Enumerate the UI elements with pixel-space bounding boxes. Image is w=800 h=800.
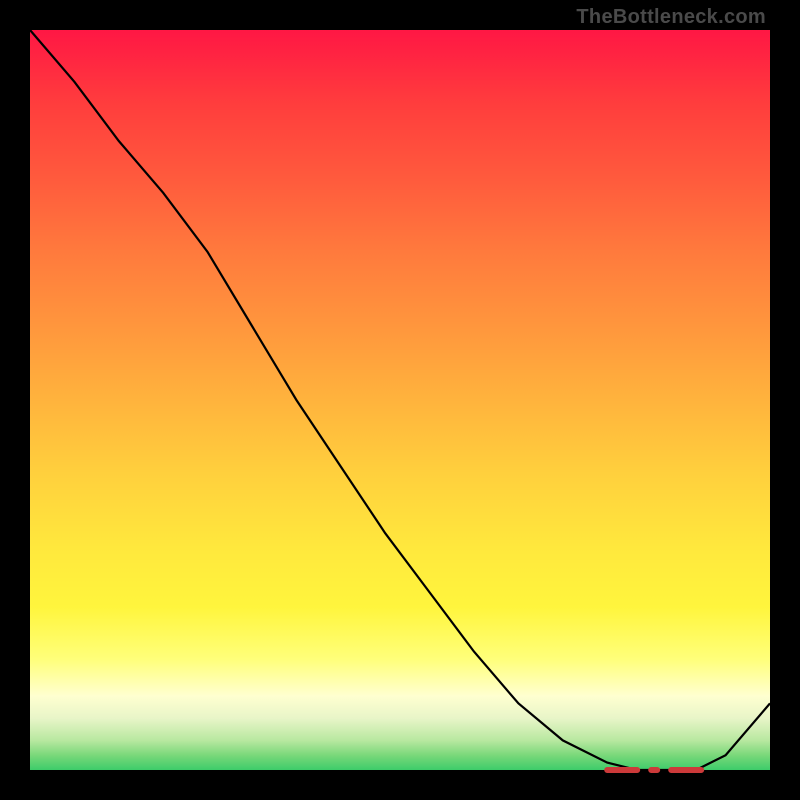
chart-svg-layer [30,30,770,770]
watermark-text: TheBottleneck.com [576,6,766,29]
bottleneck-curve [30,30,770,770]
chart-canvas: TheBottleneck.com [0,0,800,800]
